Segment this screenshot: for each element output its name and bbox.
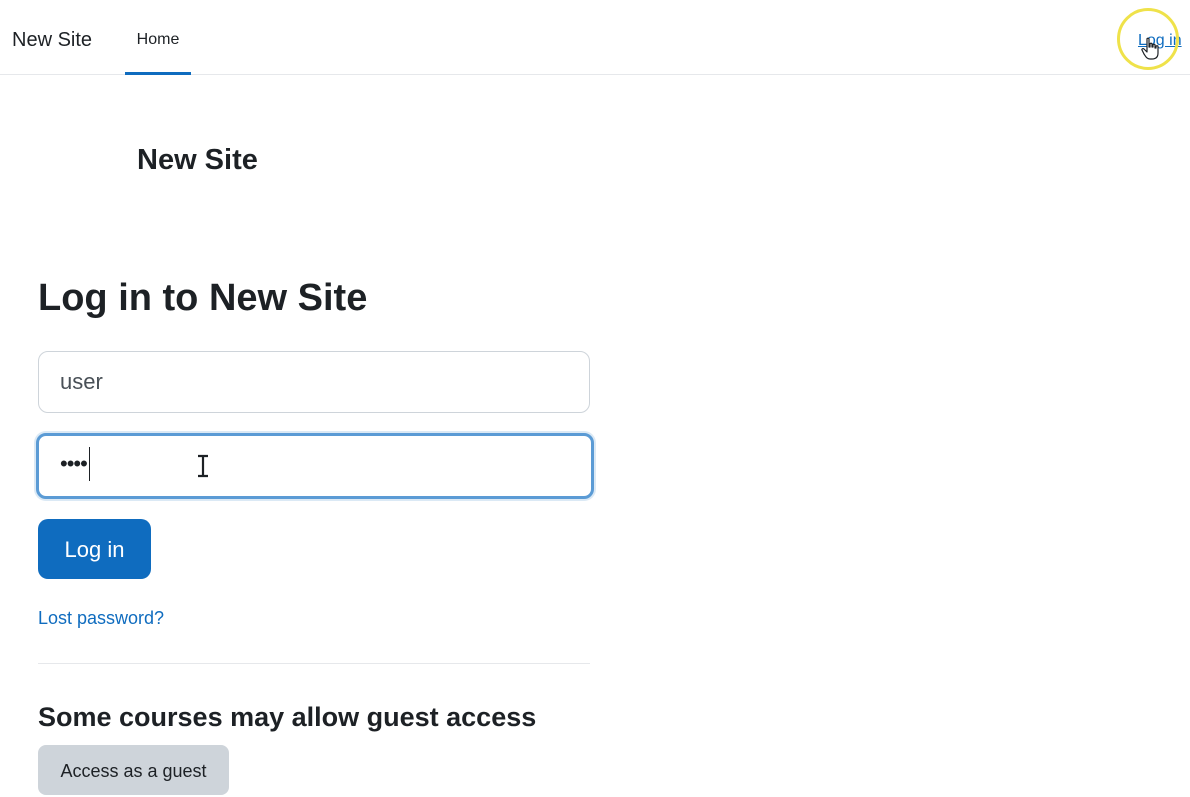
guest-access-button[interactable]: Access as a guest <box>38 745 229 795</box>
nav-item-home[interactable]: Home <box>125 0 191 75</box>
top-navbar: New Site Home Log in <box>0 0 1190 75</box>
guest-access-heading: Some courses may allow guest access <box>38 702 537 732</box>
lost-password-link[interactable]: Lost password? <box>38 606 164 630</box>
section-divider <box>38 663 590 664</box>
text-caret <box>88 447 90 482</box>
password-masked-value: •••• <box>60 451 88 477</box>
login-heading: Log in to New Site <box>38 277 368 319</box>
username-field[interactable]: user <box>38 351 590 413</box>
site-brand-link[interactable]: New Site <box>12 27 92 53</box>
password-field[interactable]: •••• <box>36 433 594 499</box>
login-link[interactable]: Log in <box>1138 31 1182 51</box>
login-submit-button[interactable]: Log in <box>38 519 151 579</box>
site-title: New Site <box>137 144 258 176</box>
